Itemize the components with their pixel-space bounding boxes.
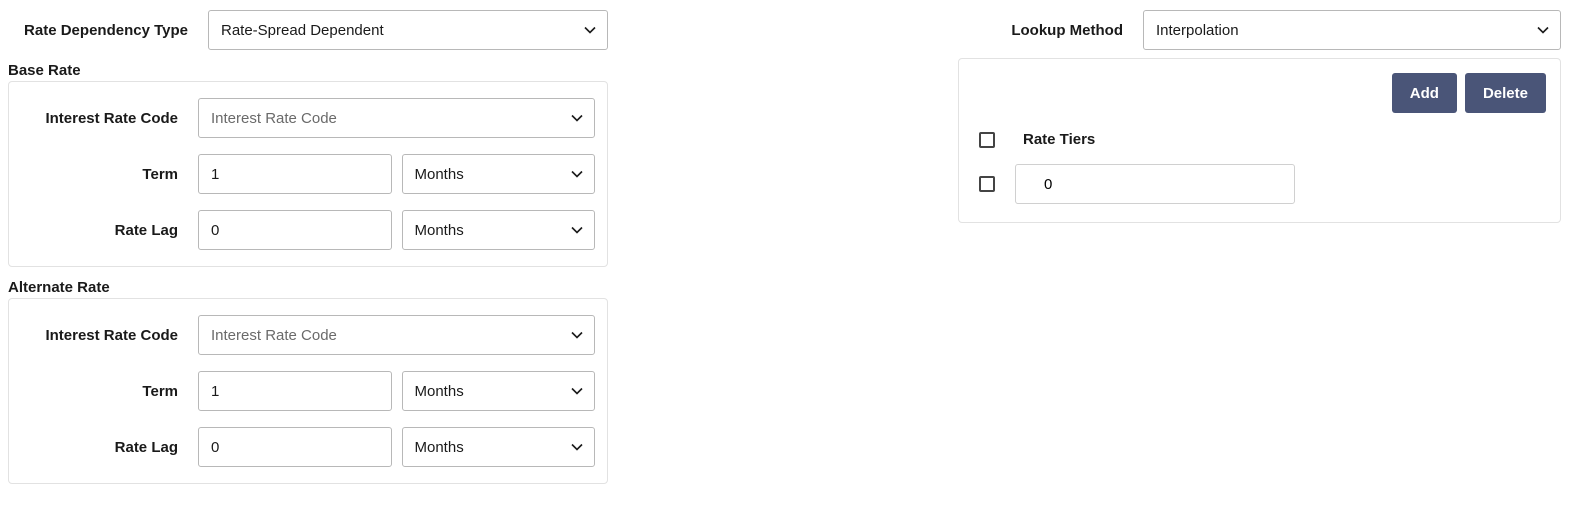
select-all-checkbox[interactable]	[979, 132, 995, 148]
rate-dependency-type-value: Rate-Spread Dependent	[221, 22, 384, 39]
base-interest-rate-code-select[interactable]: Interest Rate Code	[198, 98, 595, 138]
alt-rate-lag-label: Rate Lag	[15, 439, 198, 456]
delete-button[interactable]: Delete	[1465, 73, 1546, 113]
rate-tiers-panel: Add Delete Rate Tiers	[958, 58, 1561, 223]
alt-interest-rate-code-placeholder: Interest Rate Code	[211, 327, 337, 344]
alt-rate-lag-unit-select[interactable]: Months	[402, 427, 596, 467]
base-term-unit-value: Months	[415, 166, 464, 183]
base-rate-lag-unit-select[interactable]: Months	[402, 210, 596, 250]
base-term-label: Term	[15, 166, 198, 183]
alt-term-unit-value: Months	[415, 383, 464, 400]
tier-row-checkbox[interactable]	[979, 176, 995, 192]
base-term-unit-select[interactable]: Months	[402, 154, 596, 194]
alt-interest-rate-code-select[interactable]: Interest Rate Code	[198, 315, 595, 355]
lookup-method-label: Lookup Method	[958, 22, 1143, 39]
tier-value-input[interactable]	[1015, 164, 1295, 204]
base-interest-rate-code-label: Interest Rate Code	[15, 110, 198, 127]
alt-term-input[interactable]	[198, 371, 392, 411]
alt-term-label: Term	[15, 383, 198, 400]
rate-dependency-type-select[interactable]: Rate-Spread Dependent	[208, 10, 608, 50]
base-rate-lag-unit-value: Months	[415, 222, 464, 239]
base-interest-rate-code-placeholder: Interest Rate Code	[211, 110, 337, 127]
lookup-method-value: Interpolation	[1156, 22, 1239, 39]
alt-term-unit-select[interactable]: Months	[402, 371, 596, 411]
alt-interest-rate-code-label: Interest Rate Code	[15, 327, 198, 344]
alt-rate-lag-input[interactable]	[198, 427, 392, 467]
base-rate-title: Base Rate	[8, 62, 608, 79]
tier-row	[973, 164, 1546, 204]
base-rate-lag-input[interactable]	[198, 210, 392, 250]
base-term-input[interactable]	[198, 154, 392, 194]
add-button[interactable]: Add	[1392, 73, 1457, 113]
alt-rate-lag-unit-value: Months	[415, 439, 464, 456]
rate-tiers-header: Rate Tiers	[1023, 131, 1095, 148]
alternate-rate-group: Interest Rate Code Interest Rate Code Te…	[8, 298, 608, 484]
base-rate-group: Interest Rate Code Interest Rate Code Te…	[8, 81, 608, 267]
base-rate-lag-label: Rate Lag	[15, 222, 198, 239]
alternate-rate-title: Alternate Rate	[8, 279, 608, 296]
lookup-method-select[interactable]: Interpolation	[1143, 10, 1561, 50]
rate-dependency-type-label: Rate Dependency Type	[8, 22, 208, 39]
